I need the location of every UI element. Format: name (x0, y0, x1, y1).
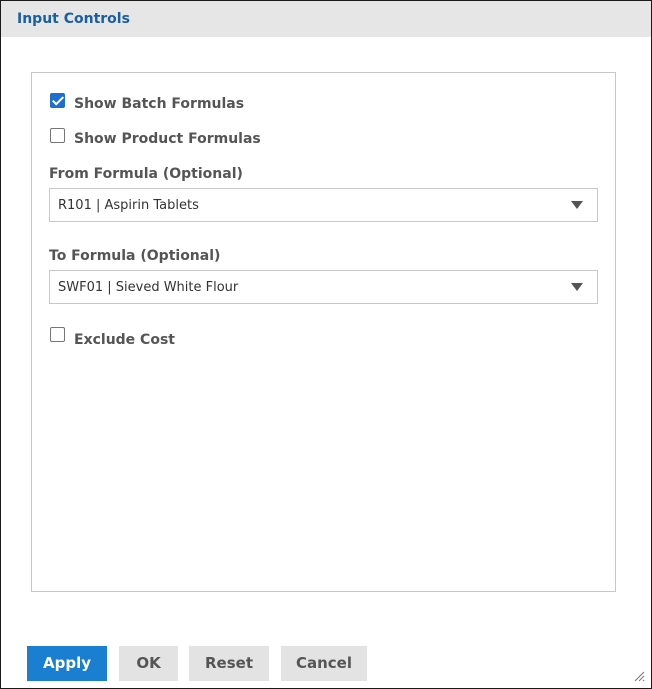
to-formula-value: SWF01 | Sieved White Flour (58, 280, 239, 295)
to-formula-select[interactable]: SWF01 | Sieved White Flour (49, 270, 598, 304)
show-product-formulas-label[interactable]: Show Product Formulas (74, 131, 261, 147)
show-product-formulas-checkbox[interactable] (50, 128, 65, 143)
cancel-button[interactable]: Cancel (281, 646, 367, 681)
resize-grip-icon[interactable] (633, 670, 645, 682)
exclude-cost-checkbox[interactable] (50, 327, 65, 342)
apply-button[interactable]: Apply (27, 646, 107, 681)
reset-button[interactable]: Reset (189, 646, 269, 681)
chevron-down-icon[interactable] (571, 201, 583, 209)
show-batch-formulas-checkbox[interactable] (50, 93, 65, 108)
from-formula-value: R101 | Aspirin Tablets (58, 198, 199, 213)
dialog-titlebar[interactable]: Input Controls (1, 1, 651, 37)
input-controls-dialog: Input Controls Show Batch Formulas Show … (0, 0, 652, 689)
exclude-cost-label[interactable]: Exclude Cost (74, 332, 175, 348)
controls-panel: Show Batch Formulas Show Product Formula… (31, 72, 616, 592)
from-formula-select[interactable]: R101 | Aspirin Tablets (49, 188, 598, 222)
to-formula-label: To Formula (Optional) (49, 248, 221, 264)
from-formula-label: From Formula (Optional) (49, 166, 243, 182)
chevron-down-icon[interactable] (571, 283, 583, 291)
dialog-title: Input Controls (17, 11, 130, 27)
show-batch-formulas-label[interactable]: Show Batch Formulas (74, 96, 244, 112)
ok-button[interactable]: OK (119, 646, 178, 681)
